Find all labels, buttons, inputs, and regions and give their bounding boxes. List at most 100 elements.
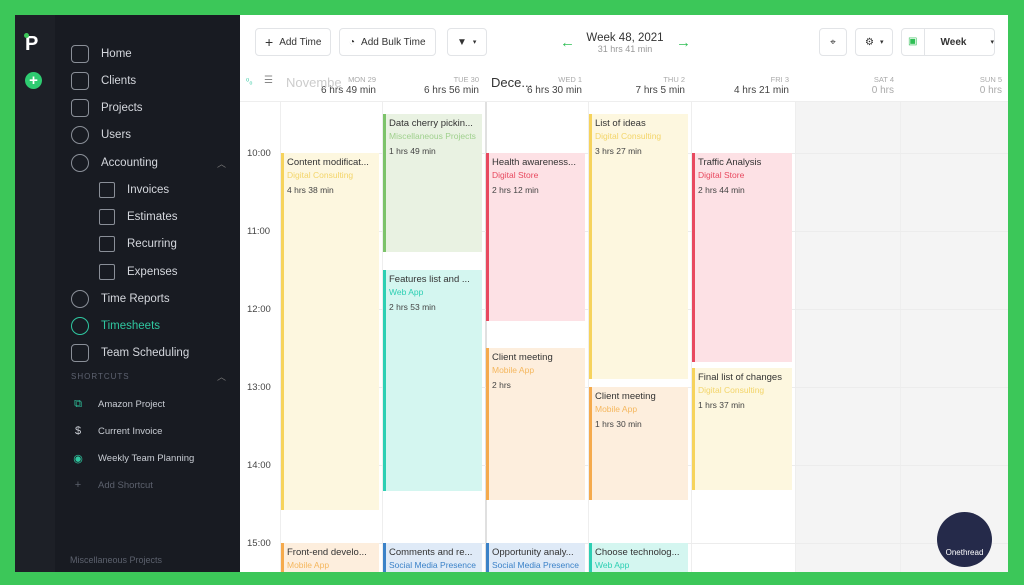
entry-duration: 3 hrs 27 min — [595, 146, 642, 156]
pie-chart-icon — [71, 290, 89, 308]
week-selector: Week 48, 2021 31 hrs 41 min — [580, 32, 670, 54]
entry-duration: 2 hrs 12 min — [492, 185, 539, 195]
invoice-icon — [99, 182, 115, 198]
entry-project: Digital Store — [698, 170, 745, 180]
day-total: 4 hrs 21 min — [733, 85, 789, 96]
chevron-down-icon: ▾ — [990, 39, 994, 46]
entry-project: Digital Store — [492, 170, 539, 180]
sidebar-item-label: Accounting — [101, 157, 158, 169]
time-entry[interactable]: Traffic Analysis Digital Store 2 hrs 44 mi… — [692, 153, 792, 363]
sidebar-item-recurring[interactable]: Recurring — [55, 233, 240, 255]
entry-project: Miscellaneous Projects — [389, 131, 476, 141]
time-entry[interactable]: Front-end develo... Mobile App — [281, 543, 379, 572]
sidebar-item-label: Recurring — [127, 238, 177, 250]
quick-add-button[interactable]: + — [25, 72, 42, 89]
home-icon — [71, 45, 89, 63]
add-bulk-time-label: Add Bulk Time — [361, 36, 426, 48]
calendar-icon — [71, 344, 89, 362]
icon-rail: P + — [15, 15, 55, 572]
day-total: 6 hrs 56 min — [423, 85, 479, 96]
time-entry[interactable]: Opportunity analy... Social Media Presenc… — [486, 543, 585, 572]
entry-duration: 1 hrs 30 min — [595, 419, 642, 429]
sidebar-item-expenses[interactable]: Expenses — [55, 261, 240, 283]
sidebar-item-invoices[interactable]: Invoices — [55, 179, 240, 201]
time-entry[interactable]: Comments and re... Social Media Presence — [383, 543, 482, 572]
entry-project: Mobile App — [595, 404, 638, 414]
sidebar-nav: Home Clients Projects Users Accounting ︿ Invoi… — [55, 15, 240, 572]
entry-project: Digital Consulting — [287, 170, 354, 180]
sidebar-item-label: Team Scheduling — [101, 347, 190, 359]
plus-icon: + — [265, 34, 274, 50]
sidebar-item-label: Time Reports — [101, 293, 170, 305]
chevron-up-icon[interactable]: ︿ — [217, 157, 226, 170]
entry-title: Traffic Analysis — [698, 157, 762, 168]
time-entry[interactable]: Final list of changes Digital Consulting 1… — [692, 367, 792, 490]
sidebar-item-users[interactable]: Users — [55, 124, 240, 146]
entry-duration: 1 hrs 49 min — [389, 146, 436, 156]
settings-button[interactable]: ⚙ ▾ — [855, 28, 893, 56]
shortcut-weekly-team-planning[interactable]: ◉ Weekly Team Planning — [55, 448, 194, 468]
view-label: Week — [940, 36, 967, 48]
time-entry[interactable]: List of ideas Digital Consulting 3 hrs 27 … — [589, 114, 688, 380]
month-label: Dece... — [491, 75, 533, 90]
filter-button[interactable]: ▼ ▾ — [447, 28, 487, 56]
view-select[interactable]: ▣ Week ▾ — [901, 28, 995, 56]
sidebar-footer-project[interactable]: Miscellaneous Projects — [70, 555, 162, 565]
time-entry[interactable]: Content modificat... Digital Consulting 4 … — [281, 153, 379, 511]
time-entry[interactable]: Data cherry pickin... Miscellaneous Proje… — [383, 114, 482, 252]
add-bulk-time-button[interactable]: ◔ Add Bulk Time — [339, 28, 436, 56]
sidebar-item-clients[interactable]: Clients — [55, 70, 240, 92]
entry-title: Health awareness... — [492, 157, 576, 168]
entry-project: Digital Consulting — [698, 384, 765, 395]
chevron-up-icon[interactable]: ︿ — [217, 370, 226, 383]
time-entry[interactable]: Client meeting Mobile App 2 hrs — [486, 348, 585, 500]
day-column — [795, 102, 900, 572]
entry-project: Social Media Presence — [389, 560, 476, 570]
sidebar-item-team-scheduling[interactable]: Team Scheduling — [55, 342, 240, 364]
sidebar-item-home[interactable]: Home — [55, 43, 240, 65]
entry-duration: 1 hrs 37 min — [698, 399, 745, 410]
list-view-icon[interactable]: ☰ — [264, 75, 273, 86]
add-time-label: Add Time — [279, 36, 322, 48]
entry-project: Web App — [595, 560, 630, 570]
plus-icon: + — [74, 479, 82, 491]
sidebar-item-accounting[interactable]: Accounting ︿ — [55, 152, 240, 174]
add-time-button[interactable]: + Add Time — [255, 28, 332, 56]
sidebar-item-label: Projects — [101, 102, 143, 114]
day-total: 0 hrs — [979, 85, 1002, 96]
entry-project: Social Media Presence — [492, 560, 579, 570]
time-entry[interactable]: Features list and ... Web App 2 hrs 53 min — [383, 270, 482, 491]
entry-title: Final list of changes — [698, 371, 782, 383]
user-circle-icon — [71, 126, 89, 144]
prev-week-arrow-icon[interactable]: ← — [560, 34, 575, 51]
building-icon — [71, 72, 89, 90]
shortcut-current-invoice[interactable]: $ Current Invoice — [55, 421, 162, 441]
sidebar-item-time-reports[interactable]: Time Reports — [55, 288, 240, 310]
day-total: 0 hrs — [871, 85, 894, 96]
shortcut-add-shortcut[interactable]: + Add Shortcut — [55, 475, 153, 495]
entry-project: Mobile App — [492, 365, 535, 375]
hour-label: 13:00 — [247, 382, 271, 393]
entry-title: Comments and re... — [389, 547, 473, 558]
sidebar-item-timesheets[interactable]: Timesheets — [55, 315, 240, 337]
locate-today-button[interactable]: ⌖ — [819, 28, 847, 56]
day-label: SAT 4 — [873, 75, 894, 84]
calendar-grid: 10:00 11:00 12:00 13:00 14:00 15:00 Content mo… — [240, 101, 1008, 572]
time-entry[interactable]: Choose technolog... Web App — [589, 543, 688, 572]
entry-duration: 2 hrs 53 min — [389, 302, 436, 312]
sidebar-item-estimates[interactable]: Estimates — [55, 206, 240, 228]
day-header-3: THU 27 hrs 5 min — [588, 75, 685, 96]
month-label: Novembe — [286, 75, 342, 90]
time-entry[interactable]: Client meeting Mobile App 1 hrs 30 min — [589, 387, 688, 500]
hour-label: 15:00 — [247, 538, 271, 549]
shortcut-label: Add Shortcut — [98, 479, 153, 491]
day-header-6: SUN 50 hrs — [900, 75, 1002, 96]
logo-dot — [24, 33, 29, 38]
sidebar-item-projects[interactable]: Projects — [55, 97, 240, 119]
shortcut-amazon-project[interactable]: ⧉ Amazon Project — [55, 394, 165, 414]
day-column — [900, 102, 1008, 572]
time-entry[interactable]: Health awareness... Digital Store 2 hrs 12… — [486, 153, 585, 321]
next-week-arrow-icon[interactable]: → — [676, 34, 691, 51]
collapse-icon[interactable]: ⁰₀ — [246, 77, 253, 86]
sidebar-item-label: Invoices — [127, 184, 170, 196]
